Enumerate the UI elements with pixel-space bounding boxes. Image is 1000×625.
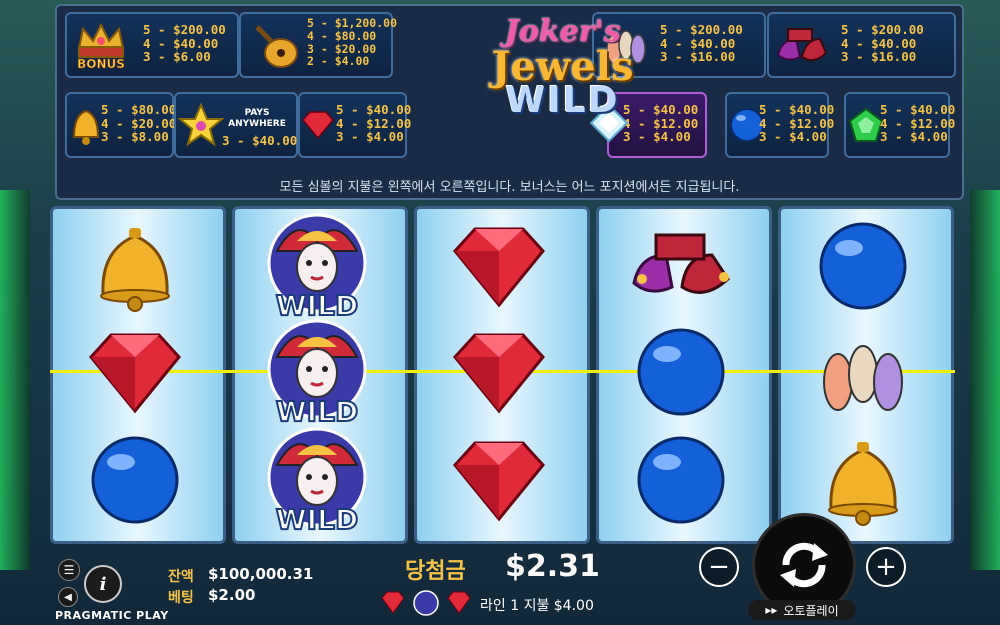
red-gem-symbol [414,320,584,424]
red-gem-icon [300,100,336,150]
paytable-bonus: BONUS 5 - $200.00 4 - $40.00 3 - $6.00 [65,12,239,78]
svg-text:WILD: WILD [276,395,358,427]
crown-bonus-icon: BONUS [71,16,131,74]
minus-icon: − [708,552,730,582]
paytable-emerald: 5 - $40.00 4 - $12.00 3 - $4.00 [844,92,955,158]
speaker-icon: ◀ [64,591,72,603]
sapphire-pay-lines: 5 - $40.00 4 - $12.00 3 - $4.00 [759,102,835,144]
paytable-bell: 5 - $80.00 4 - $20.00 3 - $8.00 [65,92,177,158]
bet-value: $2.00 [208,586,256,604]
balance-value: $100,000.31 [208,565,314,583]
pays-anywhere-label: PAYS ANYWHERE [228,108,286,129]
decrease-bet-button[interactable]: − [699,547,739,587]
game-logo: Joker's Jewels WILD [475,14,650,164]
emerald-pay-lines: 5 - $40.00 4 - $12.00 3 - $4.00 [880,102,956,144]
star-pay-lines: 3 - $40.00 [222,133,298,148]
star-scatter-icon [176,98,226,152]
paytable-shoes: 5 - $200.00 4 - $40.00 3 - $16.00 [767,12,956,78]
red-gem-symbol [414,428,584,532]
win-label: 당첨금 [405,559,466,584]
left-glow [0,190,30,570]
right-glow [970,190,1000,570]
wild-joker-symbol: WILD [232,427,402,535]
lute-icon [243,16,303,74]
shoes-pay-lines: 5 - $200.00 4 - $40.00 3 - $16.00 [841,22,924,64]
increase-bet-button[interactable]: + [866,547,906,587]
paytable-info-text: 모든 심볼의 지불은 왼쪽에서 오른쪽입니다. 보너스는 어느 포지션에서든 지… [279,180,740,195]
svg-text:WILD: WILD [276,503,358,535]
paytable: BONUS 5 - $200.00 4 - $40.00 3 - $6.00 5… [55,4,964,200]
blue-orb-symbol [596,320,766,424]
brand-label: PRAGMATIC PLAY [55,609,169,622]
menu-button[interactable]: ☰ [58,559,80,581]
paytable-sapphire: 5 - $40.00 4 - $12.00 3 - $4.00 [725,92,834,158]
info-icon: i [99,573,107,595]
win-value: $2.31 [505,549,600,584]
winning-combo-icons [380,589,476,621]
balance-label: 잔액 [168,569,194,585]
paytable-star: PAYS ANYWHERE 3 - $40.00 [174,92,298,158]
sound-button[interactable]: ◀ [58,587,78,607]
plus-icon: + [875,552,897,582]
wild-joker-symbol: WILD [232,213,402,321]
spin-arrows-icon [780,542,828,588]
ruby-pay-lines: 5 - $40.00 4 - $12.00 3 - $4.00 [336,102,412,144]
reels-area: WILD WILD WILD [50,200,955,545]
red-gem-symbol [50,320,220,424]
bet-label: 베팅 [168,590,194,606]
bell-icon [67,98,105,152]
jester-shoes-icon [771,16,833,74]
pins-pay-lines: 5 - $200.00 4 - $40.00 3 - $16.00 [660,22,743,64]
wild-joker-symbol: WILD [232,319,402,427]
combo-red-gem-icon-2 [447,591,471,614]
bonus-icon-text: BONUS [77,57,125,71]
juggling-pins-symbol [778,320,948,424]
bell-pay-lines: 5 - $80.00 4 - $20.00 3 - $8.00 [101,102,177,144]
line-win-text: 라인 1 지불 $4.00 [480,598,594,614]
autoplay-icon: ▸▸ [765,603,778,617]
combo-wild-icon [413,590,439,616]
combo-red-gem-icon [381,591,405,614]
blue-orb-symbol [778,214,948,318]
blue-orb-symbol [596,428,766,532]
paytable-lute: 5 - $1,200.00 4 - $80.00 3 - $20.00 2 - … [239,12,397,78]
paytable-ruby: 5 - $40.00 4 - $12.00 3 - $4.00 [298,92,411,158]
jester-shoes-symbol [596,214,766,318]
bottom-bar: ☰ ◀ i PRAGMATIC PLAY 잔액 $100,000.31 베팅 $… [0,513,1000,625]
autoplay-label: 오토플레이 [783,603,839,618]
menu-icon: ☰ [63,563,75,577]
autoplay-button[interactable]: ▸▸ 오토플레이 [748,600,856,620]
bell-symbol [50,214,220,318]
info-button[interactable]: i [84,565,122,603]
red-gem-symbol [414,214,584,318]
blue-orb-symbol [50,428,220,532]
bonus-pay-lines: 5 - $200.00 4 - $40.00 3 - $6.00 [143,22,226,64]
lute-pay-lines: 5 - $1,200.00 4 - $80.00 3 - $20.00 2 - … [307,16,398,69]
